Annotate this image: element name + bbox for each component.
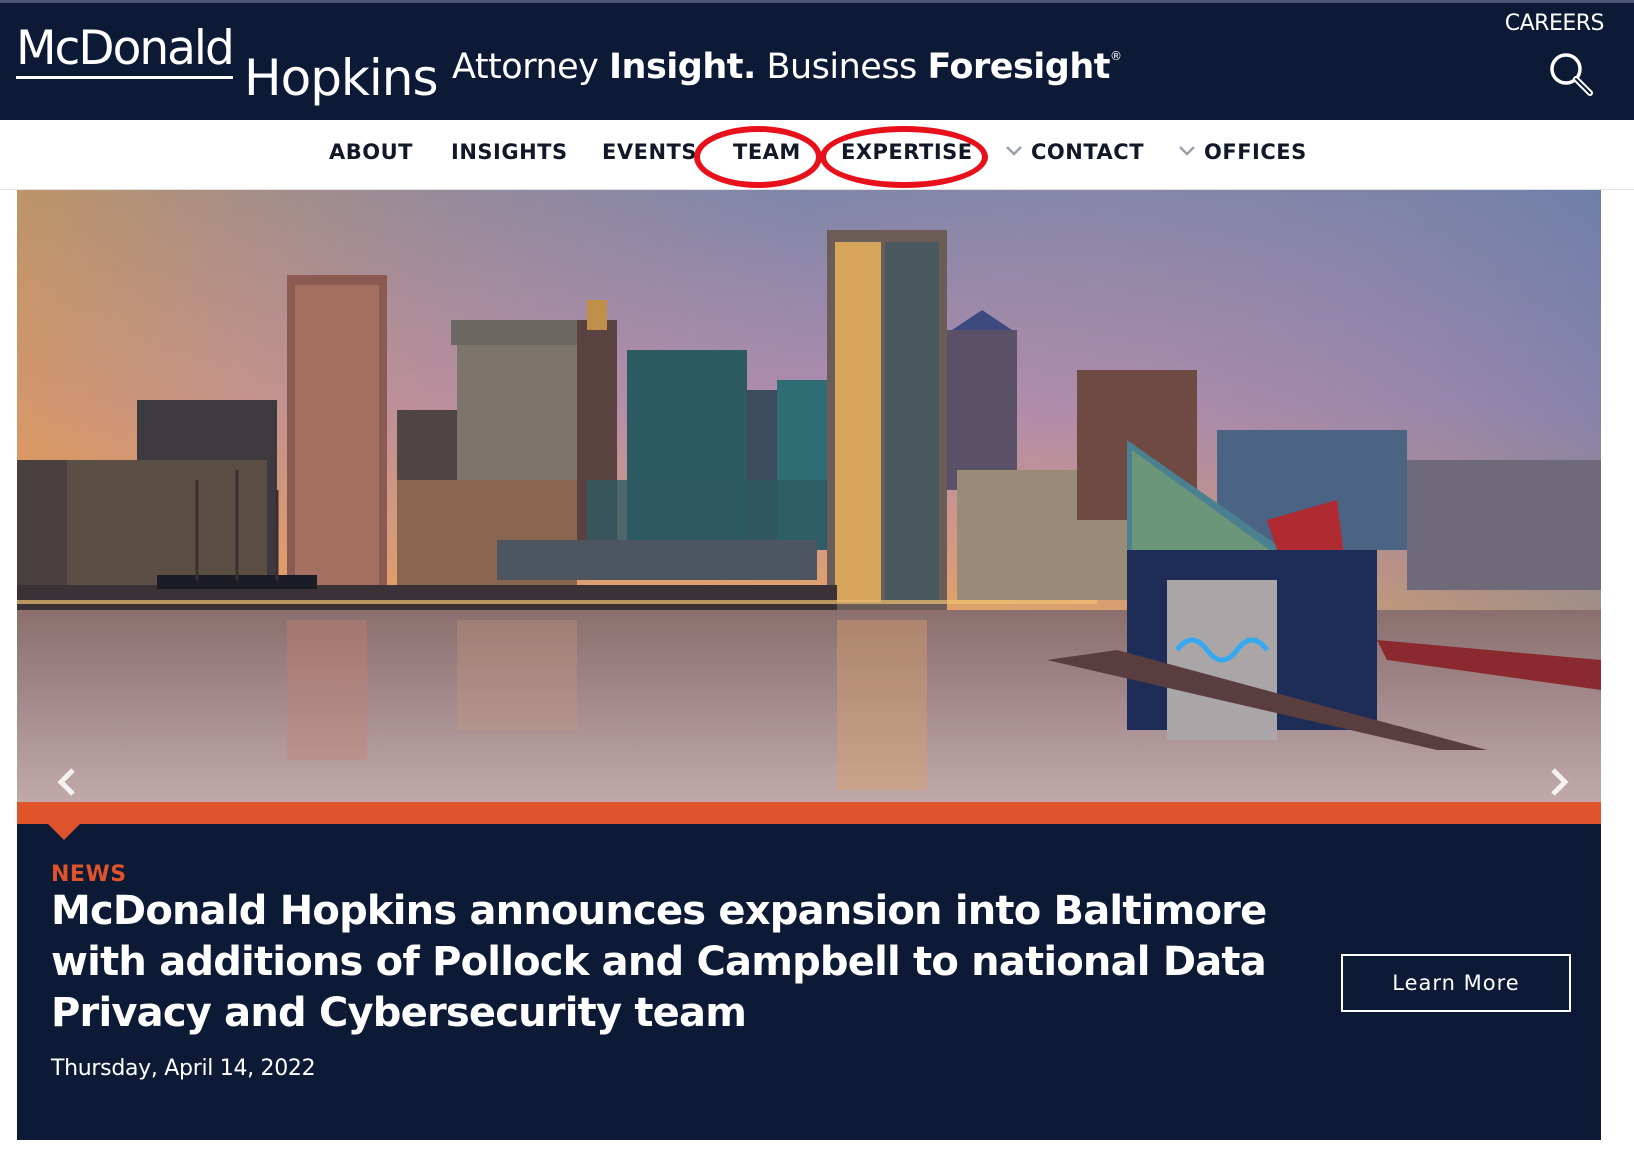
chevron-right-icon xyxy=(1551,768,1569,796)
chevron-left-icon xyxy=(57,768,75,796)
search-button[interactable] xyxy=(1548,51,1594,97)
news-headline[interactable]: McDonald Hopkins announces expansion int… xyxy=(51,886,1301,1039)
site-header: McDonald Hopkins Attorney Insight. Busin… xyxy=(0,0,1634,120)
hero-image-baltimore-skyline xyxy=(17,190,1601,802)
news-feature: NEWS McDonald Hopkins announces expansio… xyxy=(17,824,1601,1140)
tagline-word-insight: Insight. xyxy=(609,47,756,87)
nav-item-events[interactable]: EVENTS xyxy=(602,140,697,164)
logo-text-top: McDonald xyxy=(16,25,235,79)
nav-item-expertise[interactable]: EXPERTISE xyxy=(841,140,973,164)
carousel-next-button[interactable] xyxy=(1541,762,1575,802)
registered-mark: ® xyxy=(1110,49,1122,63)
main-nav: ABOUT INSIGHTS EVENTS TEAM EXPERTISE CON… xyxy=(0,120,1634,190)
nav-item-offices[interactable]: OFFICES xyxy=(1204,140,1307,164)
logo-text-bottom: Hopkins xyxy=(244,49,439,107)
tagline: Attorney Insight. Business Foresight® xyxy=(452,47,1122,87)
nav-item-team[interactable]: TEAM xyxy=(733,140,801,164)
chevron-down-icon xyxy=(1006,146,1022,156)
tagline-word-foresight: Foresight xyxy=(927,47,1111,87)
tagline-word-attorney: Attorney xyxy=(452,47,599,87)
nav-item-about[interactable]: ABOUT xyxy=(329,140,413,164)
news-category-label: NEWS xyxy=(51,862,127,887)
tagline-word-business: Business xyxy=(766,47,917,87)
careers-link[interactable]: CAREERS xyxy=(1505,11,1605,36)
chevron-down-icon xyxy=(1179,146,1195,156)
search-icon xyxy=(1550,53,1593,96)
accent-bar xyxy=(17,802,1601,824)
nav-item-insights[interactable]: INSIGHTS xyxy=(451,140,568,164)
news-date: Thursday, April 14, 2022 xyxy=(51,1056,316,1081)
learn-more-button[interactable]: Learn More xyxy=(1341,954,1571,1012)
carousel-prev-button[interactable] xyxy=(51,762,85,802)
accent-notch xyxy=(48,824,80,840)
firm-logo[interactable]: McDonald Hopkins xyxy=(16,25,439,117)
nav-item-contact[interactable]: CONTACT xyxy=(1031,140,1144,164)
